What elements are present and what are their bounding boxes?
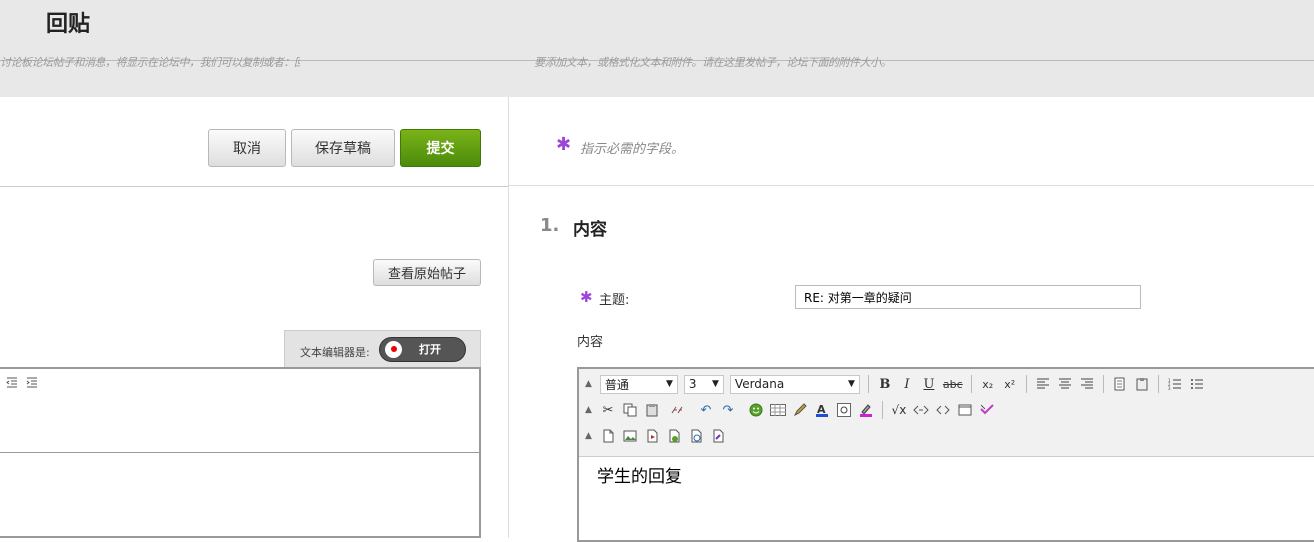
- page-title: 回贴: [46, 11, 91, 37]
- header-instructions-left: 讨论板论坛帖子和消息，将显示在论坛中，我们可以复制或者：回复者回复: [0, 56, 300, 69]
- view-original-post-button[interactable]: 查看原始帖子: [373, 259, 481, 286]
- html-icon[interactable]: [913, 401, 929, 419]
- toolbar-row-1: ▲ 普通 ▼ 3 ▼ Verdana ▼ B I U abc x₂ x² 123: [585, 372, 1205, 396]
- insert-media-icon[interactable]: [644, 427, 660, 445]
- text-editor-label: 文本编辑器是:: [300, 346, 370, 359]
- chevron-down-icon: ▼: [848, 379, 855, 389]
- align-left-icon[interactable]: [1035, 375, 1051, 393]
- original-post-editor-toolbar-divider: [0, 452, 479, 453]
- paste-text-icon[interactable]: [1134, 375, 1150, 393]
- submit-button[interactable]: 提交: [400, 129, 481, 167]
- toolbar-row-2: ▲ ✂ ↶ ↷ A √x: [585, 398, 995, 422]
- ordered-list-icon[interactable]: 123: [1167, 375, 1183, 393]
- undo-icon[interactable]: ↶: [698, 401, 714, 419]
- copy-icon[interactable]: [622, 401, 638, 419]
- highlight-icon[interactable]: [858, 401, 874, 419]
- table-icon[interactable]: [769, 401, 786, 419]
- underline-icon[interactable]: U: [921, 375, 937, 393]
- subject-label: 主题:: [599, 293, 630, 308]
- align-right-icon[interactable]: [1079, 375, 1095, 393]
- outdent-icon[interactable]: [6, 377, 22, 392]
- insert-image-icon[interactable]: [622, 427, 638, 445]
- font-select[interactable]: Verdana ▼: [729, 374, 860, 394]
- mashup-icon[interactable]: [688, 427, 704, 445]
- math-icon[interactable]: √x: [891, 401, 907, 419]
- toolbar-row-3: ▲: [585, 424, 726, 448]
- editor-content[interactable]: 学生的回复: [597, 462, 682, 487]
- italic-icon[interactable]: I: [899, 375, 915, 393]
- toolbar-separator: [1157, 375, 1159, 393]
- insert-flash-icon[interactable]: [666, 427, 682, 445]
- indent-icon[interactable]: [26, 377, 38, 392]
- collapse-toolbar-icon[interactable]: ▲: [585, 431, 592, 441]
- text-color-icon[interactable]: A: [814, 401, 830, 419]
- emoticon-icon[interactable]: [748, 401, 764, 419]
- subject-required-icon: ✱: [580, 288, 593, 306]
- strikethrough-icon[interactable]: abc: [943, 375, 963, 393]
- left-toolbar: [6, 376, 38, 392]
- spellcheck-icon[interactable]: [979, 401, 995, 419]
- special-char-icon[interactable]: [836, 401, 852, 419]
- toolbar-separator: [970, 375, 972, 393]
- toolbar-separator: [1025, 375, 1027, 393]
- cancel-button[interactable]: 取消: [208, 129, 286, 167]
- toolbar-separator: [881, 401, 883, 419]
- paste-icon[interactable]: [644, 401, 660, 419]
- header-instructions-right: 要添加文本，或格式化文本和附件。请在这里发帖子，论坛下面的附件大小。: [534, 56, 892, 69]
- collapse-toolbar-icon[interactable]: ▲: [585, 405, 592, 415]
- chevron-down-icon: ▼: [666, 379, 673, 389]
- bold-icon[interactable]: B: [877, 375, 893, 393]
- align-center-icon[interactable]: [1057, 375, 1073, 393]
- section-number: 1.: [540, 215, 560, 236]
- section-title: 内容: [573, 220, 607, 240]
- redo-icon[interactable]: ↷: [720, 401, 736, 419]
- page-header: [0, 0, 1314, 97]
- svg-text:3: 3: [1168, 386, 1171, 390]
- content-label: 内容: [577, 335, 604, 350]
- subject-input[interactable]: [795, 285, 1141, 309]
- attach-file-icon[interactable]: [600, 427, 616, 445]
- left-divider: [0, 186, 508, 187]
- code-icon[interactable]: [935, 401, 951, 419]
- chevron-down-icon: ▼: [712, 379, 719, 389]
- toolbar-separator: [1102, 375, 1104, 393]
- save-draft-button[interactable]: 保存草稿: [291, 129, 395, 167]
- required-star-icon: ✱: [556, 134, 572, 155]
- required-fields-note: 指示必需的字段。: [580, 142, 685, 157]
- toggle-indicator-icon: [391, 346, 397, 352]
- collapse-toolbar-icon[interactable]: ▲: [585, 379, 592, 389]
- fullscreen-icon[interactable]: [957, 401, 973, 419]
- superscript-icon[interactable]: x²: [1002, 375, 1018, 393]
- right-divider: [508, 185, 1314, 186]
- cut-icon[interactable]: ✂: [600, 401, 616, 419]
- format-select[interactable]: 普通 ▼: [599, 374, 678, 394]
- unlink-icon[interactable]: [670, 401, 686, 419]
- copy-text-icon[interactable]: [1112, 375, 1128, 393]
- size-select[interactable]: 3 ▼: [683, 374, 724, 394]
- toggle-state-label: 打开: [419, 343, 441, 356]
- toolbar-separator: [867, 375, 869, 393]
- pencil-icon[interactable]: [792, 401, 808, 419]
- insert-document-icon[interactable]: [710, 427, 726, 445]
- unordered-list-icon[interactable]: [1189, 375, 1205, 393]
- subscript-icon[interactable]: x₂: [980, 375, 996, 393]
